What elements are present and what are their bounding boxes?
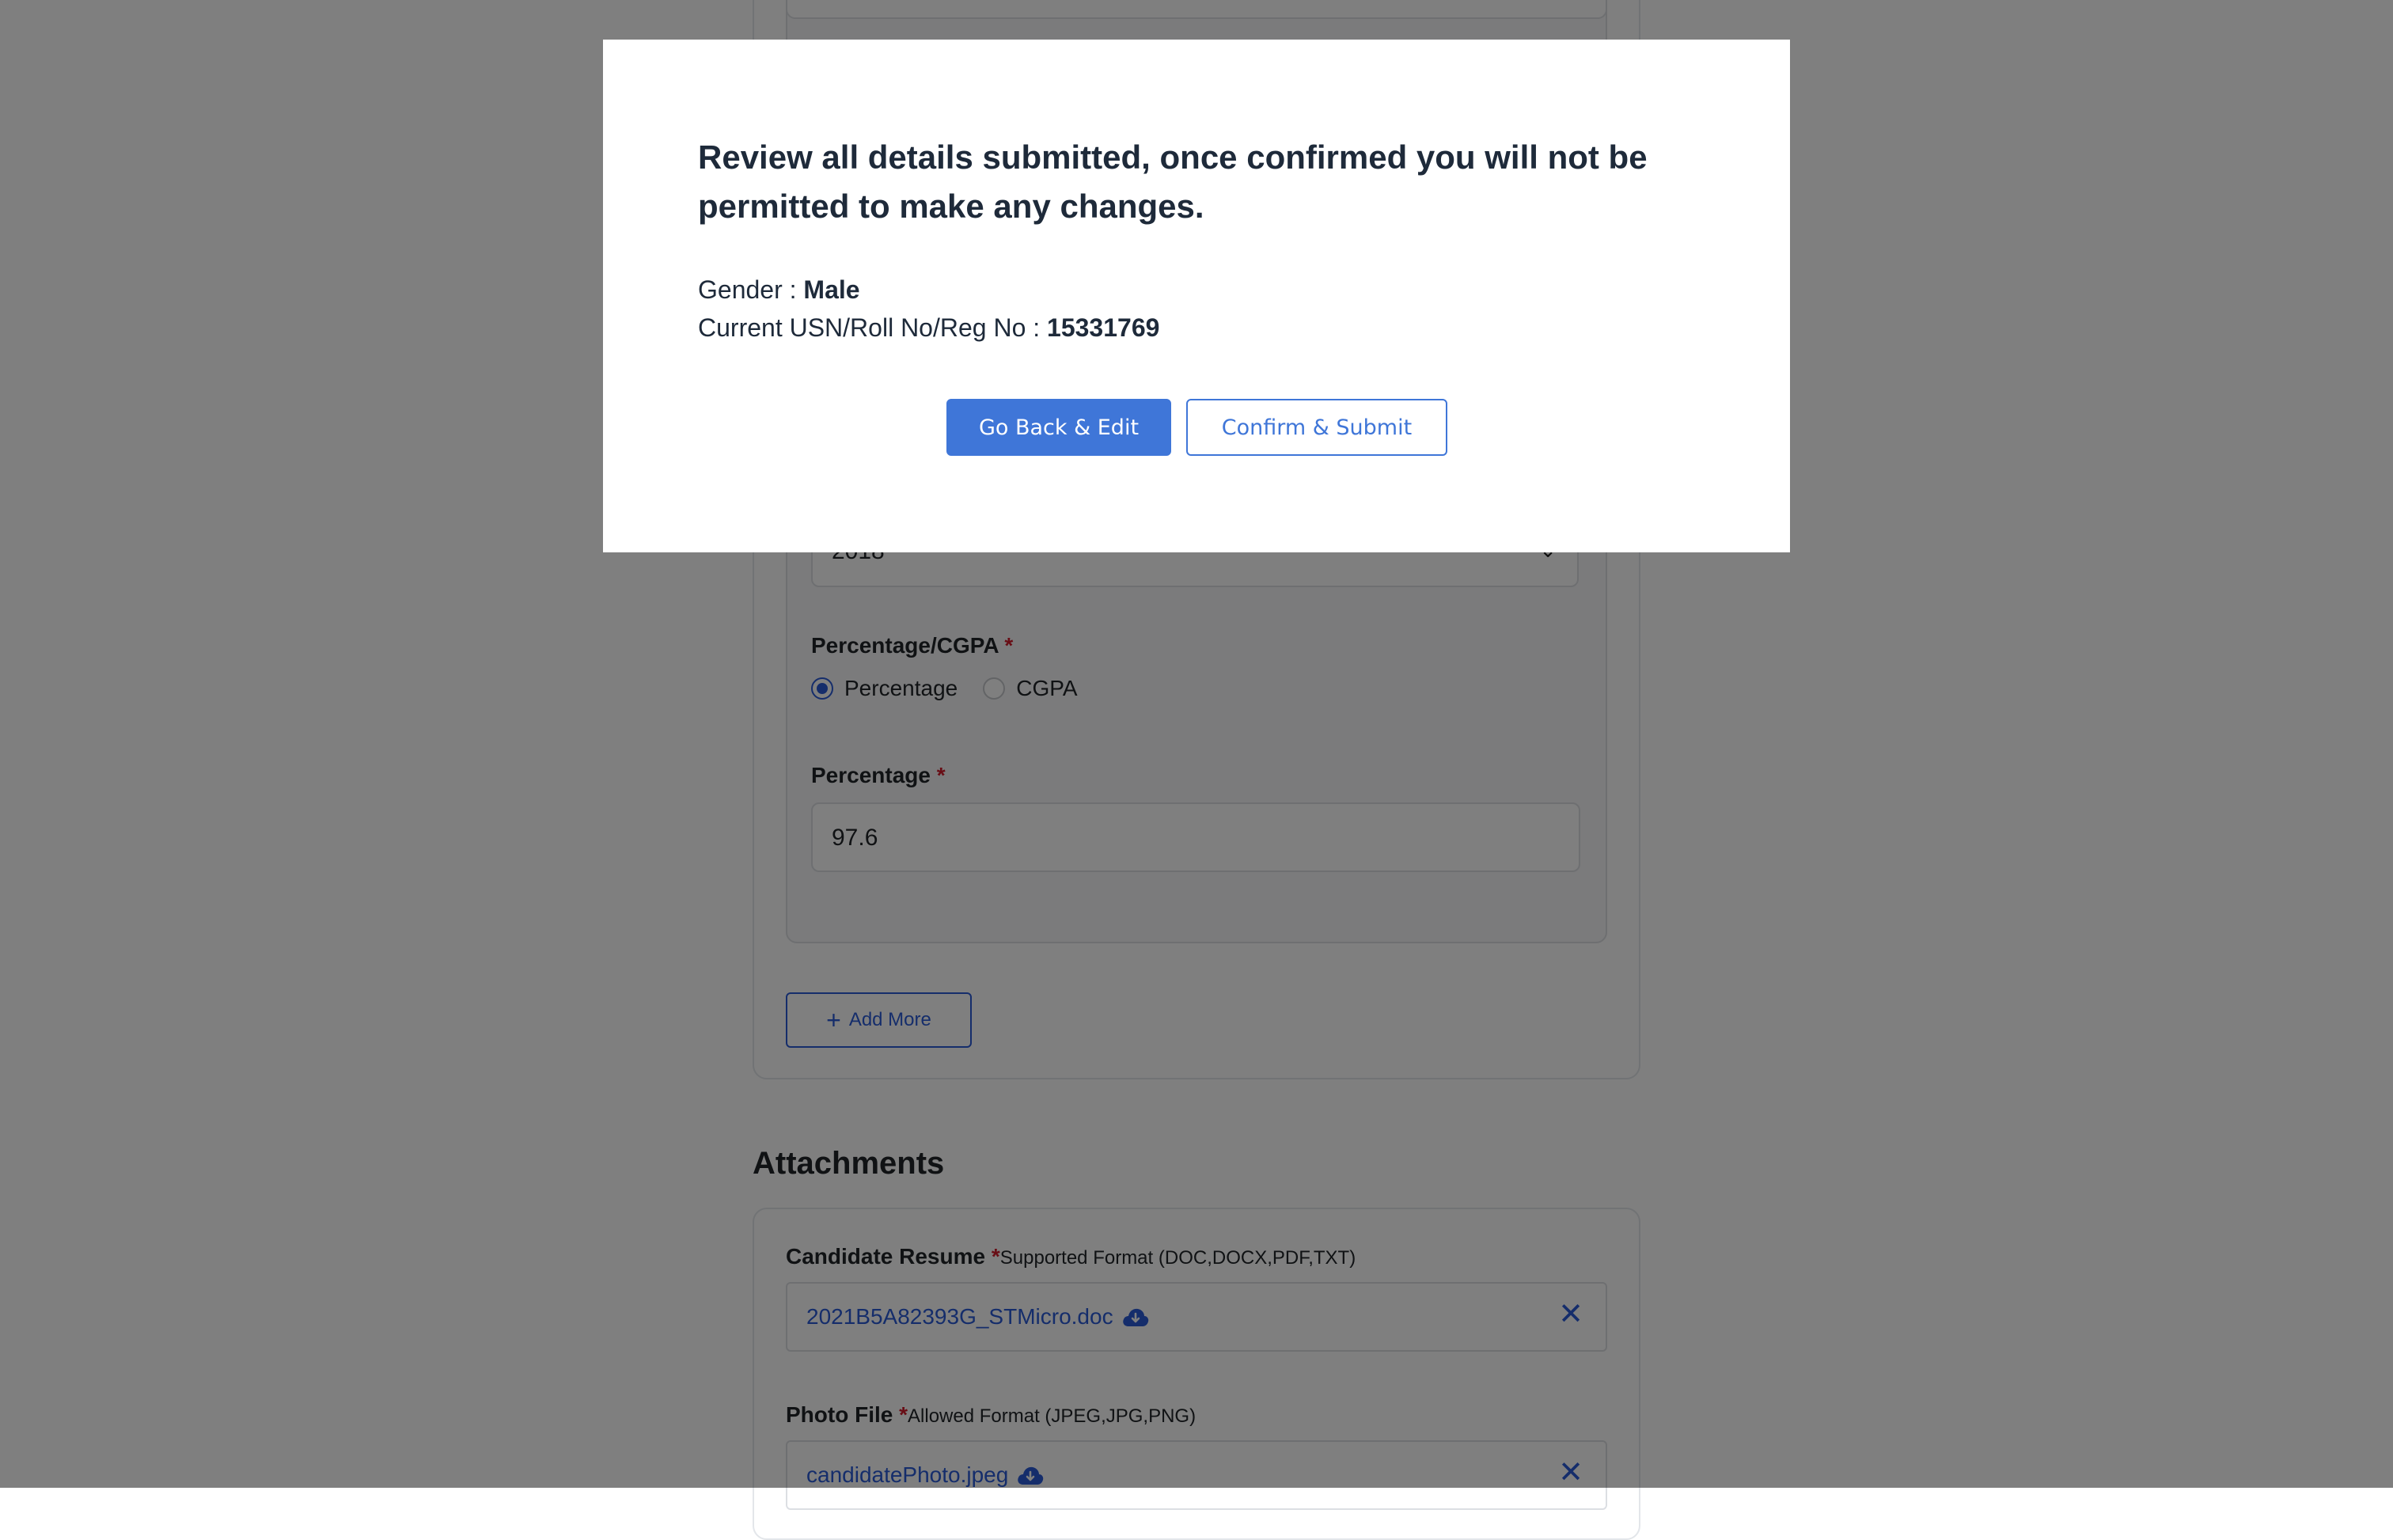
- gender-value: Male: [803, 275, 860, 304]
- gender-line: Gender : Male: [698, 275, 860, 305]
- confirmation-modal: Review all details submitted, once confi…: [603, 40, 1790, 552]
- usn-line: Current USN/Roll No/Reg No : 15331769: [698, 313, 1159, 343]
- usn-value: 15331769: [1047, 313, 1160, 342]
- go-back-edit-button[interactable]: Go Back & Edit: [946, 399, 1171, 456]
- confirm-submit-button[interactable]: Confirm & Submit: [1186, 399, 1447, 456]
- application-form-page: 2018 ⌄ Percentage/CGPA * Percentage CGPA…: [0, 0, 2393, 1540]
- gender-label: Gender :: [698, 275, 804, 304]
- modal-title: Review all details submitted, once confi…: [698, 138, 1648, 225]
- usn-label: Current USN/Roll No/Reg No :: [698, 313, 1048, 342]
